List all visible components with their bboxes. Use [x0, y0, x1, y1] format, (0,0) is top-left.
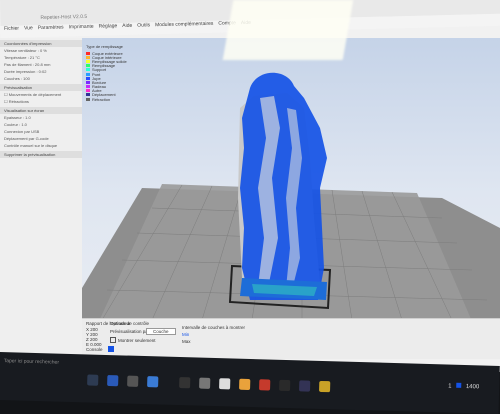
- display-header: Visualisation sur écran: [0, 107, 82, 114]
- tool-list: Connexion par USB Déplacement par G-code C…: [0, 128, 82, 149]
- print-scene: [82, 72, 500, 320]
- console-label: Console: [86, 347, 103, 352]
- tray-indicator: [456, 382, 462, 388]
- legend-swatch: [86, 64, 90, 68]
- info-line: Température : 21 °C: [4, 55, 40, 60]
- remove-preview-button[interactable]: Supprimer la prévisualisation: [0, 151, 82, 158]
- legend-swatch: [86, 76, 90, 80]
- control-options-label: Options de contrôle: [110, 321, 150, 326]
- show-only-label: Montrer seulement: [118, 337, 156, 343]
- menu-item[interactable]: Imprimante: [69, 24, 94, 31]
- legend-swatch: [86, 85, 90, 89]
- terminal-icon[interactable]: [179, 377, 191, 389]
- console-indicator: [108, 346, 114, 352]
- legend-swatch: [86, 55, 90, 59]
- info-line: Durée impression : 0:02: [4, 69, 47, 74]
- side-panel: Coordonnées d'impression Vitesse ventila…: [0, 38, 83, 358]
- window-title: Repetier-Host V2.0.5: [40, 13, 88, 22]
- display-fields: Epaisseur : 1.0 Couleur : 1.0: [0, 114, 82, 128]
- fill-type-legend: Type de remplissage Coque extérieure Coqu…: [86, 44, 127, 102]
- print-info: Vitesse ventilateur : 0 % Température : 2…: [0, 47, 82, 82]
- legend-swatch: [86, 93, 90, 97]
- repetier-icon[interactable]: [279, 379, 291, 392]
- model-body: [240, 72, 327, 300]
- tray-total: 1400: [465, 384, 480, 391]
- edge-icon[interactable]: [107, 375, 119, 387]
- app-icon-2[interactable]: [299, 380, 311, 392]
- taskbar-tray: 1 1400: [448, 382, 480, 391]
- layer-range-label: Intervalle de couches à montrer: [182, 325, 246, 330]
- explorer-icon[interactable]: [319, 380, 331, 393]
- preview-by-label: Prévisualisation par: [110, 329, 150, 334]
- legend-entry: Rétraction: [86, 96, 127, 102]
- screen-glare: [222, 0, 354, 60]
- legend-swatch: [86, 51, 90, 55]
- app-icon[interactable]: [127, 375, 139, 387]
- menu-item[interactable]: Réglage: [99, 23, 118, 29]
- tool-item[interactable]: Déplacement par G-code: [0, 135, 82, 142]
- info-line: Vitesse ventilateur : 0 %: [4, 48, 47, 53]
- preview-by-select[interactable]: Couche: [146, 328, 176, 335]
- control-panel: Rapport de l'extrudeur X 200 Y 200 Z 200 E …: [82, 318, 500, 359]
- display-field[interactable]: Couleur : 1.0: [0, 121, 82, 128]
- info-line: Couches : 100: [4, 76, 30, 81]
- info-line: Pas de filament : 20.8 mm: [4, 62, 51, 67]
- panel-header: Coordonnées d'impression: [0, 40, 82, 47]
- menu-item[interactable]: Modules complémentaires: [155, 21, 213, 28]
- checkbox-box[interactable]: [110, 337, 116, 343]
- menu-item[interactable]: Outils: [137, 22, 150, 28]
- tool-item[interactable]: Contrôle manuel sur le disque: [0, 142, 82, 149]
- extruder-values: X 200 Y 200 Z 200 E 0.000: [86, 327, 102, 347]
- legend-swatch: [86, 89, 90, 93]
- app-window: Repetier-Host V2.0.5 Fichier Vue Paramètre…: [0, 0, 500, 372]
- legend-swatch: [86, 68, 90, 72]
- task-view-icon[interactable]: [87, 374, 99, 386]
- legend-swatch: [86, 59, 90, 63]
- menu-item[interactable]: Vue: [24, 25, 33, 31]
- show-only-checkbox[interactable]: Montrer seulement: [110, 337, 156, 343]
- min-label: Min: [182, 332, 190, 337]
- legend-title: Type de remplissage: [86, 44, 123, 49]
- folder-icon[interactable]: [239, 378, 251, 390]
- preview-header: Prévisualisation: [0, 84, 82, 91]
- max-label: Max: [182, 339, 191, 344]
- preview-checkbox[interactable]: ☐ Rétractions: [0, 98, 82, 105]
- display-field[interactable]: Epaisseur : 1.0: [0, 114, 82, 121]
- chrome-icon[interactable]: [259, 379, 271, 391]
- tray-page: 1: [448, 383, 452, 390]
- taskbar-search[interactable]: Taper ici pour rechercher: [4, 358, 59, 366]
- tool-item[interactable]: Connexion par USB: [0, 128, 82, 135]
- menu-item[interactable]: Aide: [122, 23, 132, 29]
- file-icon[interactable]: [219, 378, 231, 390]
- legend-swatch: [86, 97, 90, 101]
- legend-swatch: [86, 72, 90, 76]
- 3d-viewport[interactable]: Type de remplissage Coque extérieure Coqu…: [82, 38, 500, 320]
- menu-item[interactable]: Fichier: [4, 26, 19, 32]
- preview-options: ☐ Mouvements de déplacement ☐ Rétractions: [0, 91, 82, 105]
- calculator-icon[interactable]: [199, 377, 211, 389]
- legend-swatch: [86, 80, 90, 84]
- preview-checkbox[interactable]: ☐ Mouvements de déplacement: [0, 91, 82, 98]
- legend-label: Rétraction: [92, 96, 111, 102]
- menu-item[interactable]: Paramètres: [38, 24, 64, 31]
- store-icon[interactable]: [147, 376, 159, 388]
